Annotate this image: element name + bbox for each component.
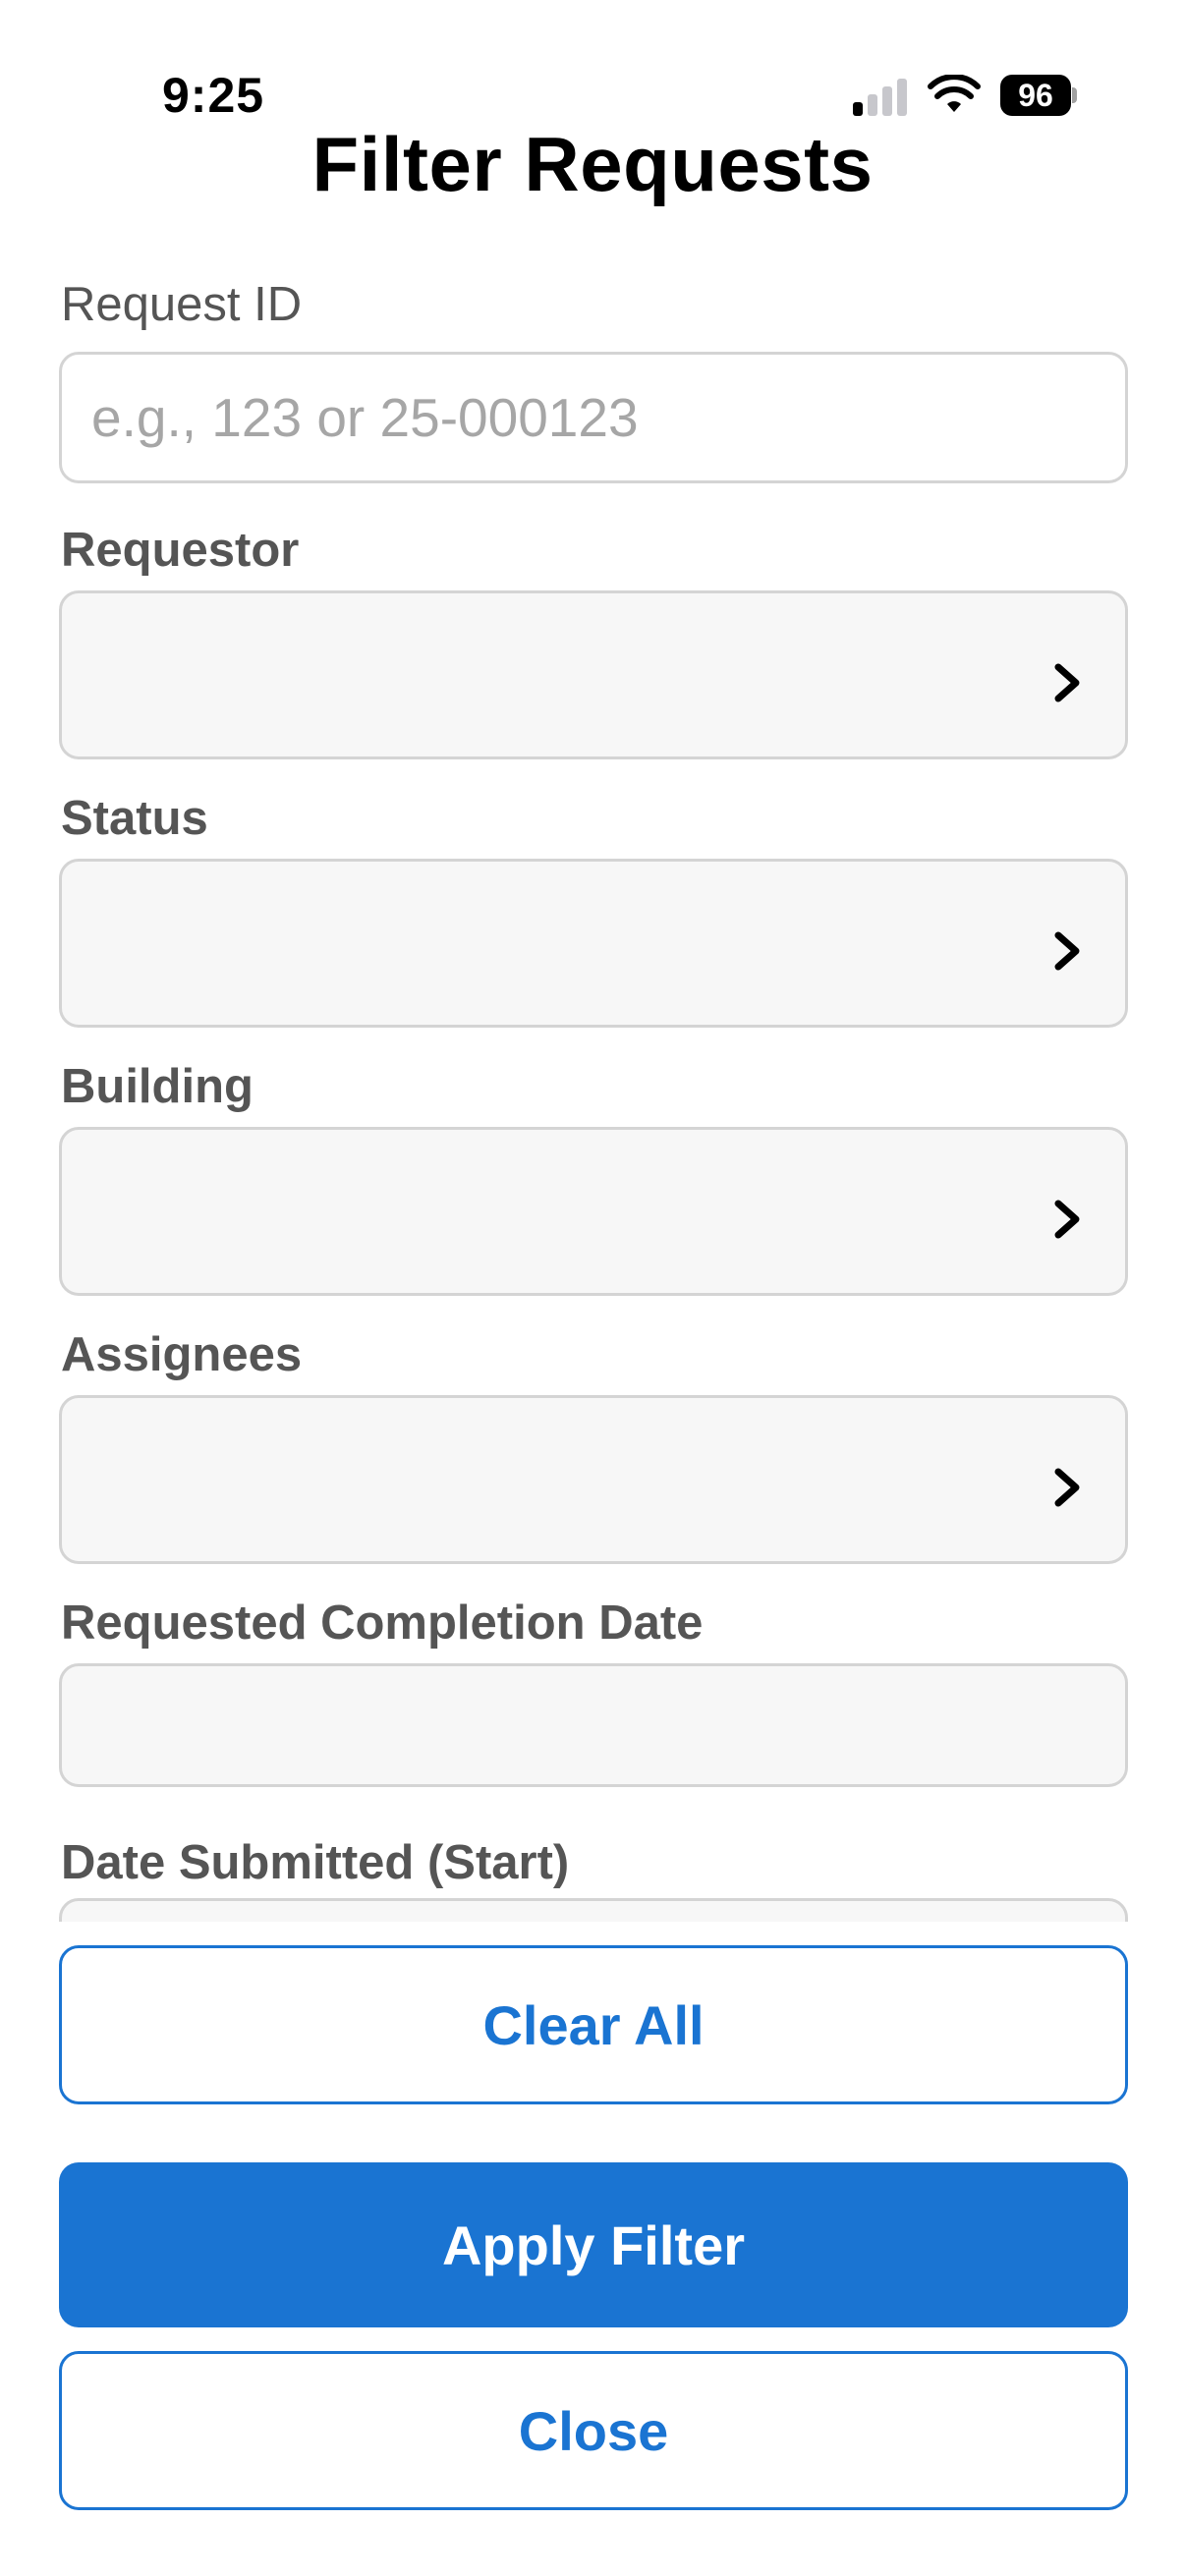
cellular-signal-icon xyxy=(853,77,910,116)
status-label: Status xyxy=(61,792,208,845)
requested-completion-date-label: Requested Completion Date xyxy=(61,1596,704,1650)
assignees-select[interactable] xyxy=(59,1395,1128,1564)
requested-completion-date-field[interactable] xyxy=(59,1663,1128,1787)
clear-all-button[interactable]: Clear All xyxy=(59,1945,1128,2104)
chevron-right-icon xyxy=(1054,931,1080,971)
status-time: 9:25 xyxy=(162,68,265,123)
status-select[interactable] xyxy=(59,859,1128,1028)
building-label: Building xyxy=(61,1060,254,1113)
filter-form[interactable]: Request ID Requestor Status Building Ass… xyxy=(0,255,1185,1922)
date-submitted-start-label: Date Submitted (Start) xyxy=(61,1836,570,1889)
close-button[interactable]: Close xyxy=(59,2351,1128,2510)
apply-filter-button[interactable]: Apply Filter xyxy=(59,2162,1128,2327)
battery-icon: 96 xyxy=(1000,75,1077,116)
date-submitted-start-field[interactable] xyxy=(59,1898,1128,1922)
building-select[interactable] xyxy=(59,1127,1128,1296)
request-id-label: Request ID xyxy=(61,278,303,331)
chevron-right-icon xyxy=(1054,1468,1080,1507)
request-id-input[interactable] xyxy=(59,352,1128,483)
wifi-icon xyxy=(928,75,981,112)
page-title: Filter Requests xyxy=(311,121,874,207)
chevron-right-icon xyxy=(1054,1200,1080,1239)
chevron-right-icon xyxy=(1054,663,1080,702)
status-bar: 9:25 96 xyxy=(0,0,1185,128)
requestor-label: Requestor xyxy=(61,524,300,577)
assignees-label: Assignees xyxy=(61,1328,303,1381)
battery-level: 96 xyxy=(1000,75,1071,116)
requestor-select[interactable] xyxy=(59,590,1128,759)
